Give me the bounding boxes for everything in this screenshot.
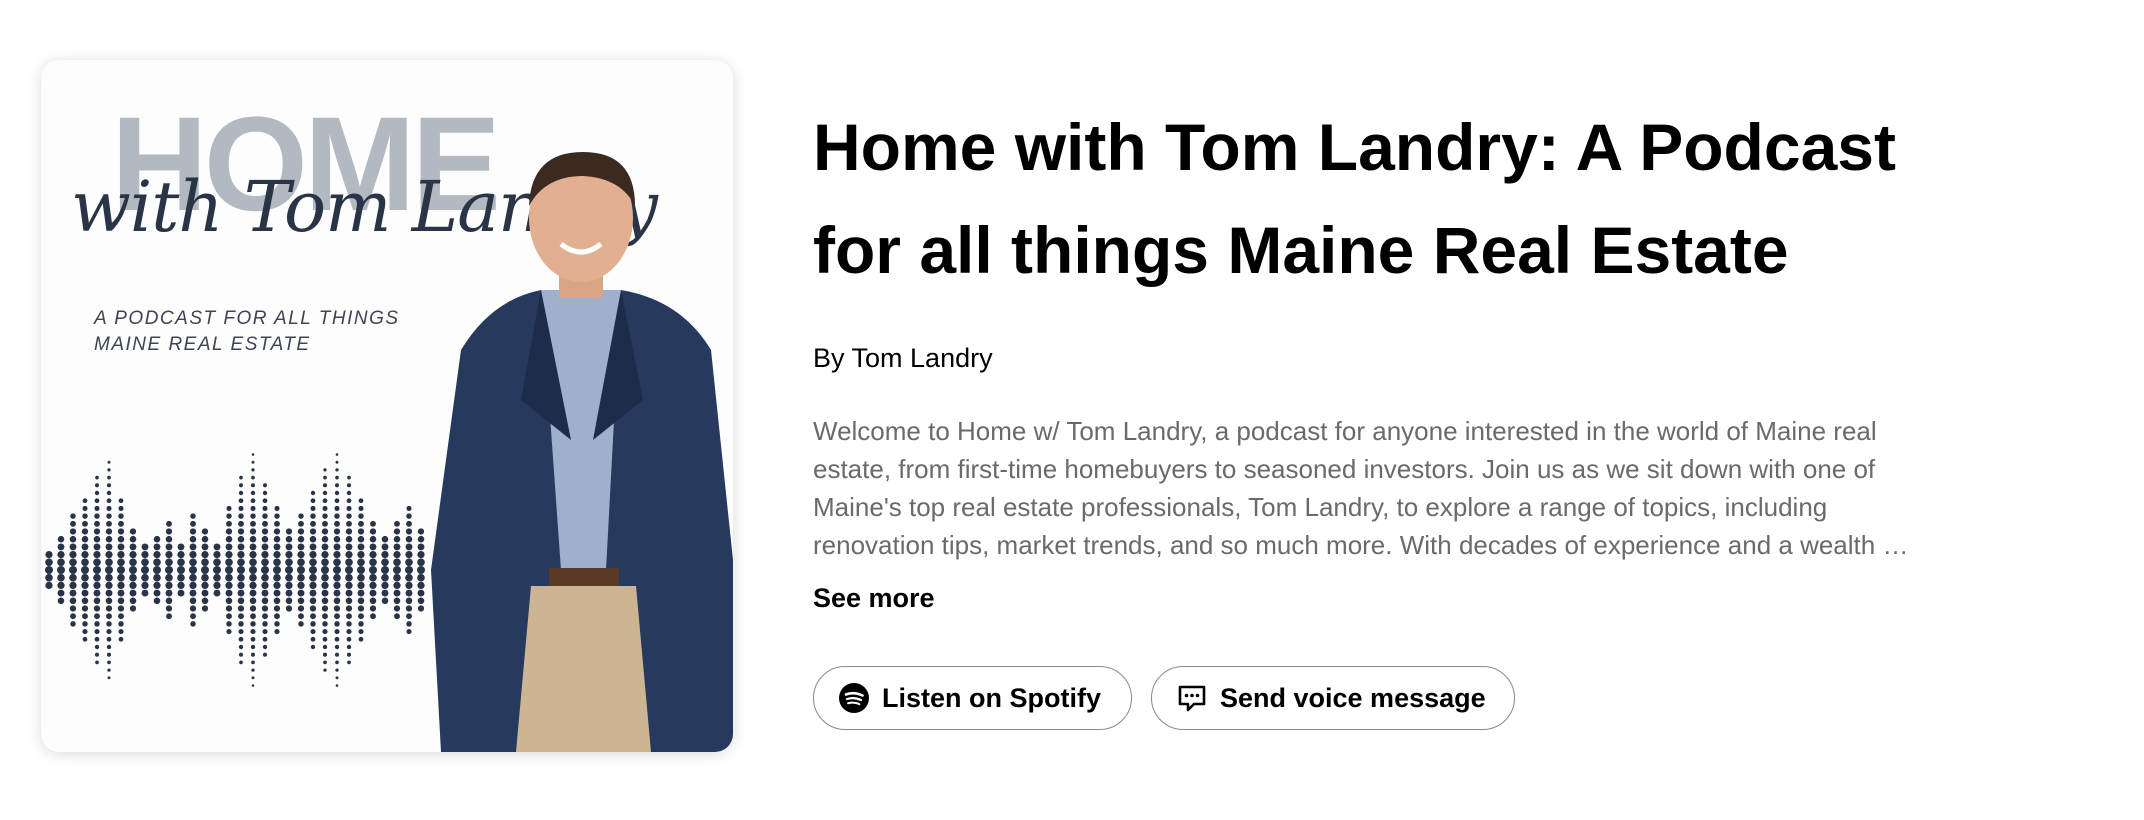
podcast-author: By Tom Landry [813, 343, 993, 373]
listen-on-spotify-button[interactable]: Listen on Spotify [813, 666, 1132, 730]
cover-tagline: A PODCAST FOR ALL THINGS MAINE REAL ESTA… [94, 306, 400, 358]
podcast-description: Welcome to Home w/ Tom Landry, a podcast… [813, 412, 2043, 564]
podcast-title-line: Home with Tom Landry: A Podcast [813, 110, 1896, 184]
cover-tagline-line: A PODCAST FOR ALL THINGS [94, 308, 400, 329]
see-more-link[interactable]: See more [813, 583, 935, 614]
podcast-title-line: for all things Maine Real Estate [813, 213, 1789, 287]
description-line: renovation tips, market trends, and so m… [813, 530, 1909, 560]
podcast-title: Home with Tom Landry: A Podcast for all … [813, 96, 2063, 302]
cover-tagline-line: MAINE REAL ESTATE [94, 334, 311, 355]
listen-on-spotify-label: Listen on Spotify [882, 682, 1101, 713]
audio-waveform-graphic [45, 453, 425, 687]
description-line: estate, from first-time homebuyers to se… [813, 454, 1876, 484]
description-line: Welcome to Home w/ Tom Landry, a podcast… [813, 416, 1877, 446]
send-voice-message-button[interactable]: Send voice message [1151, 666, 1515, 730]
host-photo [431, 152, 733, 752]
spotify-icon [838, 682, 870, 714]
description-line: Maine's top real estate professionals, T… [813, 492, 1828, 522]
podcast-cover-art: HOME with Tom Landry A PODCAST FOR ALL T… [41, 60, 733, 752]
send-voice-message-label: Send voice message [1220, 682, 1486, 713]
message-bubble-icon [1176, 682, 1208, 714]
